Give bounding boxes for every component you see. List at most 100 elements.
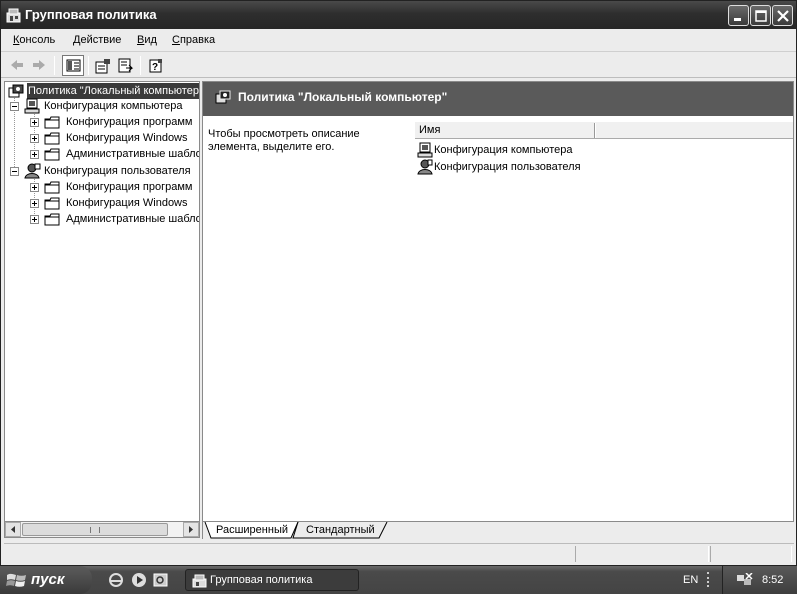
network-disconnected-icon[interactable] [736, 573, 754, 588]
tree-root-label: Политика "Локальный компьютер" [27, 83, 199, 99]
scroll-left-button[interactable] [5, 522, 21, 537]
windows-logo-icon [6, 573, 26, 587]
tree-node-windows-settings[interactable]: Конфигурация Windows [44, 130, 199, 146]
maximize-button[interactable] [750, 5, 771, 26]
close-button[interactable] [772, 5, 793, 26]
language-bar-grip[interactable] [707, 572, 709, 587]
user-config-icon [24, 163, 41, 179]
tree-node-user-windows-settings[interactable]: Конфигурация Windows [44, 195, 199, 211]
tree-node-computer-config[interactable]: Конфигурация компьютера [24, 98, 199, 114]
description-text: Чтобы просмотреть описание элемента, выд… [208, 128, 360, 153]
group-policy-app-icon [192, 574, 207, 588]
maximize-icon [755, 10, 767, 22]
policy-root-icon [8, 84, 24, 98]
expand-toggle[interactable] [30, 150, 39, 159]
expand-toggle[interactable] [30, 183, 39, 192]
policy-header-icon [215, 90, 231, 104]
status-panel [575, 546, 709, 562]
expand-toggle[interactable] [30, 215, 39, 224]
toolbar: ? [1, 53, 796, 78]
properties-button[interactable] [92, 55, 114, 76]
view-tabs: Расширенный Стандартный [202, 522, 794, 539]
tree-node-user-config[interactable]: Конфигурация пользователя [24, 163, 199, 179]
scroll-right-button[interactable] [183, 522, 199, 537]
column-header-name[interactable]: Имя [419, 124, 440, 136]
minimize-icon [734, 18, 741, 21]
scroll-grip [90, 527, 100, 533]
collapse-toggle[interactable] [10, 102, 19, 111]
export-list-icon [118, 58, 134, 73]
tree-node-label: Административные шаблоны [66, 213, 199, 225]
tree-node-user-software-settings[interactable]: Конфигурация программ [44, 179, 199, 195]
folder-icon [44, 181, 60, 194]
svg-text:?: ? [152, 62, 158, 73]
tree-pane[interactable]: Политика "Локальный компьютер" Конфигура… [4, 81, 200, 538]
show-hide-tree-icon [66, 59, 81, 72]
computer-config-icon [417, 142, 433, 158]
tree-node-label: Конфигурация пользователя [44, 165, 191, 177]
expand-toggle[interactable] [30, 134, 39, 143]
close-icon [777, 10, 789, 22]
title-bar[interactable]: Групповая политика [1, 1, 796, 29]
list-item[interactable]: Конфигурация компьютера [417, 142, 697, 159]
folder-icon [44, 197, 60, 210]
language-indicator[interactable]: EN [683, 574, 698, 586]
start-label: пуск [31, 571, 65, 588]
tree-node-label: Конфигурация Windows [66, 197, 188, 209]
list-item-name: Конфигурация пользователя [434, 161, 581, 173]
left-arrow-icon [11, 526, 15, 533]
user-config-icon [417, 159, 433, 175]
menu-view[interactable]: Вид [137, 34, 157, 46]
media-player-quicklaunch-icon[interactable] [131, 572, 147, 588]
folder-icon [44, 132, 60, 145]
taskbar: пуск Групповая политика EN 8:52 [0, 566, 797, 594]
minimize-button[interactable] [728, 5, 749, 26]
menu-action[interactable]: Действие [73, 34, 121, 46]
tree-node-label: Конфигурация программ [66, 116, 193, 128]
start-button[interactable]: пуск [0, 566, 92, 594]
tree-node-user-admin-templates[interactable]: Административные шаблоны [44, 211, 199, 227]
status-panel [710, 546, 792, 562]
tree-node-label: Конфигурация программ [66, 181, 193, 193]
export-list-button[interactable] [115, 55, 137, 76]
tree-node-admin-templates[interactable]: Административные шаблоны [44, 146, 199, 162]
help-icon: ? [149, 59, 162, 73]
ie-quicklaunch-icon[interactable] [108, 572, 124, 588]
details-header-title: Политика "Локальный компьютер" [238, 90, 448, 104]
toolbar-separator [54, 56, 55, 75]
menu-help[interactable]: Справка [172, 34, 215, 46]
tree-node-software-settings[interactable]: Конфигурация программ [44, 114, 199, 130]
back-icon [11, 60, 23, 70]
tree-root[interactable]: Политика "Локальный компьютер" [7, 83, 199, 99]
expand-toggle[interactable] [30, 118, 39, 127]
menu-console[interactable]: Консоль [13, 34, 55, 46]
column-resize-handle[interactable] [594, 123, 596, 138]
menu-bar: Консоль Действие Вид Справка [1, 29, 796, 52]
show-hide-tree-button[interactable] [62, 55, 84, 76]
outlook-quicklaunch-icon[interactable] [153, 572, 169, 588]
toolbar-separator [88, 56, 89, 75]
tab-extended[interactable]: Расширенный [216, 522, 288, 539]
list-item-name: Конфигурация компьютера [434, 144, 573, 156]
window-title: Групповая политика [25, 7, 157, 22]
scroll-thumb[interactable] [22, 523, 168, 536]
computer-config-icon [24, 98, 40, 114]
details-list[interactable]: Имя Конфигурация компьютера Конфигурация… [415, 122, 793, 521]
expand-toggle[interactable] [30, 199, 39, 208]
tab-standard[interactable]: Стандартный [306, 522, 375, 539]
details-header: Политика "Локальный компьютер" [203, 82, 793, 116]
forward-button[interactable] [28, 55, 50, 76]
list-item[interactable]: Конфигурация пользователя [417, 159, 697, 176]
help-button[interactable]: ? [145, 55, 167, 76]
back-button[interactable] [6, 55, 28, 76]
tree-horizontal-scrollbar[interactable] [4, 521, 200, 538]
details-pane: Политика "Локальный компьютер" Чтобы про… [202, 81, 794, 522]
description-panel: Чтобы просмотреть описание элемента, выд… [203, 116, 413, 521]
tree-node-label: Административные шаблоны [66, 148, 199, 160]
clock[interactable]: 8:52 [762, 574, 783, 586]
taskbar-window-button[interactable]: Групповая политика [185, 569, 359, 591]
status-bar [4, 543, 794, 563]
column-header-row: Имя [415, 122, 793, 139]
collapse-toggle[interactable] [10, 167, 19, 176]
folder-icon [44, 148, 60, 161]
